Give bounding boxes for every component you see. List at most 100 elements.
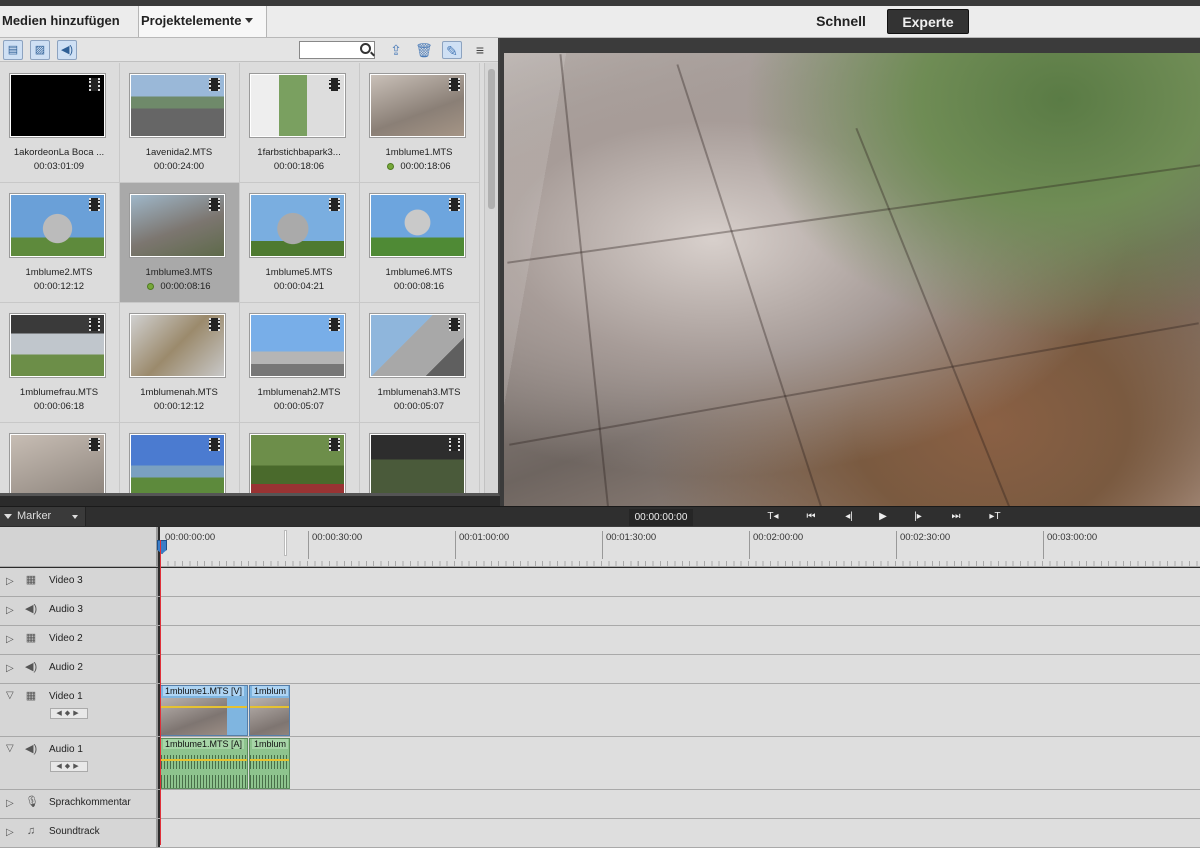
audio-filter-icon[interactable]: ◀)	[57, 40, 77, 60]
keyframe-nav[interactable]: ◀◆▶	[50, 708, 88, 719]
asset-duration: 00:00:06:18	[33, 401, 85, 412]
pin-icon[interactable]: ✎	[442, 41, 462, 59]
preview-detail	[676, 64, 824, 512]
opacity-line[interactable]	[161, 706, 247, 708]
ruler-tick	[1043, 531, 1044, 559]
marker-menu[interactable]: Marker	[0, 507, 86, 526]
track-body[interactable]	[160, 597, 1200, 625]
video-clip[interactable]: 1mblume1.MTS [V]	[160, 685, 248, 736]
work-area-marker[interactable]	[285, 531, 286, 555]
audio-track-icon: ◀)	[25, 743, 38, 755]
collapse-track-icon[interactable]: ▽	[6, 743, 14, 754]
search-input[interactable]	[299, 41, 375, 59]
expand-track-icon[interactable]: ▷	[6, 663, 14, 674]
asset-item[interactable]: 1mblume3.MTS 00:00:08:16	[120, 183, 240, 303]
expand-track-icon[interactable]: ▷	[6, 605, 14, 616]
asset-item[interactable]: 1avenida2.MTS 00:00:24:00	[120, 63, 240, 183]
audio-clip[interactable]: 1mblume1.MTS [A]	[160, 738, 248, 789]
asset-item[interactable]: 1farbstichbapark3... 00:00:18:06	[240, 63, 360, 183]
panel-menu-icon[interactable]: ≡	[470, 41, 490, 59]
track-body[interactable]	[160, 819, 1200, 847]
timeline-track: ▷ ▦ Video 2	[0, 626, 1200, 655]
mode-expert-button[interactable]: Experte	[887, 9, 969, 34]
track-body[interactable]	[160, 655, 1200, 683]
video-preview[interactable]	[504, 53, 1200, 519]
expand-track-icon[interactable]: ▷	[6, 576, 14, 587]
project-assets-menu[interactable]: Projektelemente	[139, 6, 267, 37]
play-icon[interactable]: ▶	[870, 508, 896, 526]
assets-scrollbar[interactable]	[484, 63, 498, 493]
asset-item[interactable]	[360, 423, 480, 493]
go-to-start-icon[interactable]: ⏮	[798, 508, 824, 526]
go-to-end-icon[interactable]: ⏭	[943, 508, 969, 526]
asset-duration: 00:00:18:06	[273, 161, 325, 172]
timecode-display: 00:00:00:00	[629, 509, 693, 526]
clip-label: 1mblum	[252, 686, 289, 696]
asset-item[interactable]: 1mblumenah2.MTS 00:00:05:07	[240, 303, 360, 423]
asset-thumbnail	[250, 434, 345, 493]
film-icon	[209, 198, 220, 211]
film-icon	[89, 198, 100, 211]
asset-name: 1mblumenah3.MTS	[377, 387, 461, 398]
expand-track-icon[interactable]: ▷	[6, 827, 14, 838]
track-body[interactable]	[160, 568, 1200, 596]
volume-line[interactable]	[161, 759, 247, 761]
volume-line[interactable]	[250, 759, 289, 761]
asset-duration: 00:00:12:12	[33, 281, 85, 292]
collapse-track-icon[interactable]: ▽	[6, 690, 14, 701]
go-to-out-icon[interactable]: ▸T	[982, 508, 1008, 526]
asset-item[interactable]: 1mblume2.MTS 00:00:12:12	[0, 183, 120, 303]
audio-waveform	[250, 755, 289, 769]
audio-clip[interactable]: 1mblum	[249, 738, 290, 789]
opacity-line[interactable]	[250, 706, 289, 708]
ruler-label: 00:01:30:00	[606, 532, 657, 543]
asset-item[interactable]: 1mblumenah3.MTS 00:00:05:07	[360, 303, 480, 423]
image-filter-icon[interactable]: ▨	[30, 40, 50, 60]
trash-icon[interactable]: 🗑	[414, 41, 434, 59]
film-icon	[329, 438, 340, 451]
step-back-icon[interactable]: ◂|	[836, 508, 862, 526]
preview-detail	[559, 54, 611, 519]
track-body[interactable]	[160, 790, 1200, 818]
keyframe-nav[interactable]: ◀◆▶	[50, 761, 88, 772]
film-icon	[449, 438, 460, 451]
expand-track-icon[interactable]: ▷	[6, 634, 14, 645]
scroll-thumb[interactable]	[488, 69, 495, 209]
asset-item[interactable]: 1mblume6.MTS 00:00:08:16	[360, 183, 480, 303]
asset-item[interactable]	[0, 423, 120, 493]
asset-thumbnail	[250, 194, 345, 257]
asset-item[interactable]: 1mblumefrau.MTS 00:00:06:18	[0, 303, 120, 423]
film-icon	[209, 78, 220, 91]
ruler-tick	[749, 531, 750, 559]
ruler-label: 00:00:30:00	[312, 532, 363, 543]
video-clip[interactable]: 1mblum	[249, 685, 290, 736]
track-body[interactable]	[160, 626, 1200, 654]
timeline-track: ▷ ♫ Soundtrack	[0, 819, 1200, 848]
track-name: Audio 1	[49, 744, 83, 755]
asset-item[interactable]	[240, 423, 360, 493]
go-to-in-icon[interactable]: T◂	[760, 508, 786, 526]
asset-thumbnail	[370, 194, 465, 257]
track-body[interactable]: 1mblume1.MTS [A] 1mblum	[160, 737, 1200, 789]
ruler-label: 00:02:00:00	[753, 532, 804, 543]
track-body[interactable]: 1mblume1.MTS [V] 1mblum	[160, 684, 1200, 736]
ruler-label: 00:00:00:00	[165, 532, 216, 543]
expand-track-icon[interactable]: ▷	[6, 798, 14, 809]
asset-item[interactable]: 1mblume1.MTS 00:00:18:06	[360, 63, 480, 183]
film-icon	[449, 318, 460, 331]
step-forward-icon[interactable]: |▸	[905, 508, 931, 526]
asset-item[interactable]: 1mblumenah.MTS 00:00:12:12	[120, 303, 240, 423]
mode-quick-button[interactable]: Schnell	[800, 10, 882, 34]
asset-item[interactable]	[120, 423, 240, 493]
add-media-menu[interactable]: Medien hinzufügen	[0, 6, 139, 52]
clip-thumbnail	[250, 698, 289, 735]
assets-grid: 1akordeonLa Boca ... 00:03:01:09 1avenida2…	[0, 63, 482, 493]
ruler-tick	[896, 531, 897, 559]
new-item-icon[interactable]: ⇪	[386, 41, 406, 59]
asset-item[interactable]: 1mblume5.MTS 00:00:04:21	[240, 183, 360, 303]
video-track-icon: ▦	[25, 632, 37, 644]
asset-item[interactable]: 1akordeonLa Boca ... 00:03:01:09	[0, 63, 120, 183]
search-icon	[360, 43, 371, 54]
video-filter-icon[interactable]: ▤	[3, 40, 23, 60]
time-ruler[interactable]: 00:00:00:00 00:00:30:00 00:01:00:00 00:01:3…	[160, 527, 1200, 567]
